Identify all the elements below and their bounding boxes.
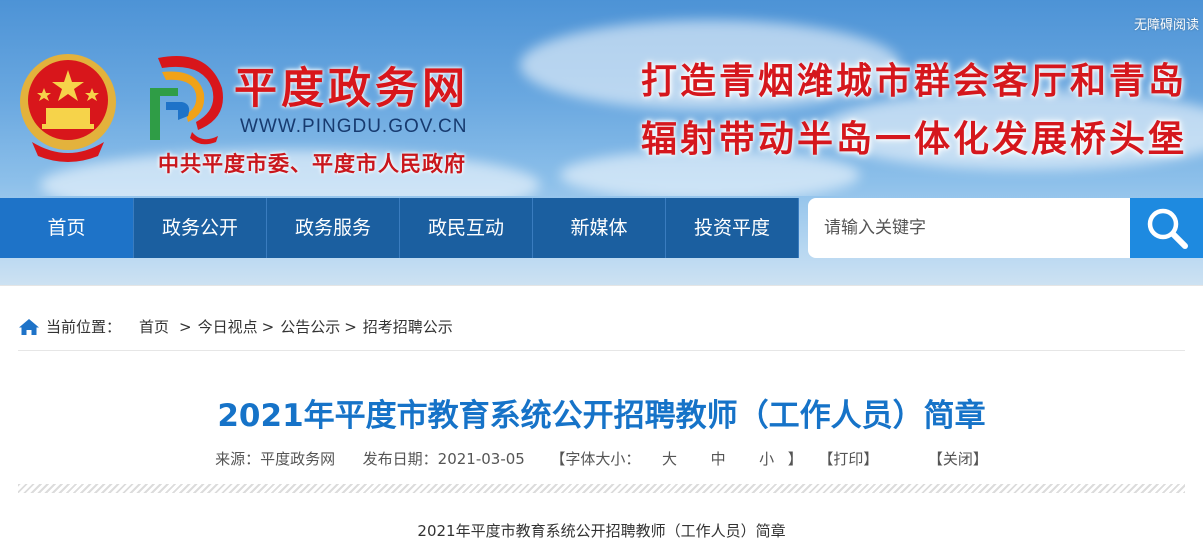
article-title: 2021年平度市教育系统公开招聘教师（工作人员）简章	[217, 398, 986, 434]
breadcrumb-label: 当前位置：	[46, 318, 122, 336]
content-panel: 当前位置： 首页 > 今日视点 > 公告公示 > 招考招聘公示 2021年平度市…	[0, 285, 1203, 553]
breadcrumb-home[interactable]: 首页	[139, 316, 169, 337]
font-size-medium-button[interactable]: 中	[711, 448, 726, 469]
breadcrumb-announcements[interactable]: 公告公示	[280, 316, 340, 337]
close-button[interactable]: 【关闭】	[928, 448, 988, 469]
nav-item-interaction[interactable]: 政民互动	[400, 198, 533, 258]
breadcrumb-recruitment[interactable]: 招考招聘公示	[363, 316, 453, 337]
article-source: 来源：平度政务网	[215, 450, 336, 468]
search-button[interactable]	[1130, 198, 1203, 258]
article-body-first-line: 2021年平度市教育系统公开招聘教师（工作人员）简章	[417, 522, 786, 540]
divider	[18, 350, 1185, 351]
font-size-small-button[interactable]: 小	[759, 448, 774, 469]
breadcrumb-today-view[interactable]: 今日视点	[198, 316, 258, 337]
slogan-line-2: 辐射带动半岛一体化发展桥头堡	[640, 118, 1187, 160]
site-header: 无障碍阅读 平度政务网 WWW.PINGDU.GOV.CN 中共平度市委、平度市…	[0, 0, 1203, 196]
print-button[interactable]: 【打印】	[818, 448, 878, 469]
site-organization: 中共平度市委、平度市人民政府	[158, 152, 466, 176]
article-date: 发布日期：2021-03-05	[362, 450, 525, 468]
search-box	[808, 198, 1130, 258]
font-size-label: 【字体大小：	[550, 450, 641, 468]
article-meta: 来源：平度政务网 发布日期：2021-03-05 【字体大小： 大 中 小 】 …	[0, 448, 1203, 469]
slogan-line-1: 打造青烟潍城市群会客厅和青岛	[640, 60, 1187, 102]
breadcrumb-separator: >	[344, 317, 357, 336]
site-url: WWW.PINGDU.GOV.CN	[240, 116, 468, 137]
national-emblem-icon	[20, 54, 116, 162]
site-name: 平度政务网	[234, 64, 469, 114]
nav-item-gov-affairs-open[interactable]: 政务公开	[134, 198, 267, 258]
hatched-divider	[18, 484, 1185, 493]
nav-item-invest[interactable]: 投资平度	[666, 198, 799, 258]
search-input[interactable]	[824, 198, 1114, 258]
pingdu-logo-icon	[150, 56, 223, 145]
font-size-close-bracket: 】	[787, 450, 803, 468]
breadcrumb-separator: >	[261, 317, 275, 336]
accessibility-reading-link[interactable]: 无障碍阅读	[1134, 14, 1199, 33]
home-icon	[19, 318, 39, 335]
nav-item-home[interactable]: 首页	[0, 198, 134, 258]
main-nav: 首页 政务公开 政务服务 政民互动 新媒体 投资平度	[0, 198, 799, 258]
breadcrumb: 当前位置： 首页 > 今日视点 > 公告公示 > 招考招聘公示	[18, 316, 453, 337]
nav-item-gov-services[interactable]: 政务服务	[267, 198, 400, 258]
nav-item-new-media[interactable]: 新媒体	[533, 198, 666, 258]
breadcrumb-separator: >	[179, 317, 192, 336]
font-size-large-button[interactable]: 大	[662, 448, 677, 469]
search-icon	[1147, 208, 1188, 249]
